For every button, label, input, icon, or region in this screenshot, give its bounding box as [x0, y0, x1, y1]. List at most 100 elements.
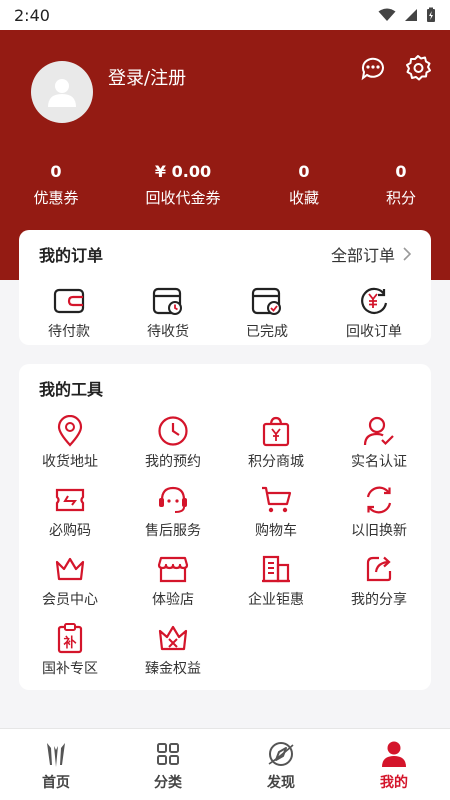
customer-service-icon [159, 486, 187, 513]
login-register-link[interactable]: 登录/注册 [108, 64, 186, 90]
tool-appointments[interactable]: 我的预约 [123, 414, 223, 471]
order-recycle[interactable]: 回收订单 [324, 285, 424, 341]
svg-text:补: 补 [62, 635, 76, 651]
avatar[interactable] [31, 61, 93, 123]
order-pending-payment[interactable]: 待付款 [19, 285, 119, 341]
gold-benefit-icon [158, 625, 188, 651]
tool-label: 国补专区 [42, 661, 98, 677]
tab-label: 分类 [154, 775, 182, 791]
tool-label: 企业钜惠 [248, 592, 304, 608]
bottom-tab-bar: 首页 分类 发现 我的 [0, 728, 450, 800]
tool-label: 臻金权益 [145, 661, 201, 677]
stat-points[interactable]: 0 积分 [386, 160, 416, 212]
status-bar: 2:40 [0, 0, 450, 30]
stats-row: 0 优惠券 ¥ 0.00 回收代金券 0 收藏 0 积分 [0, 160, 450, 220]
order-completed[interactable]: 已完成 [217, 285, 317, 341]
default-avatar-icon [48, 79, 76, 107]
home-logo-icon [47, 743, 65, 767]
verified-user-icon [363, 416, 394, 446]
tool-label: 收货地址 [42, 454, 98, 470]
cart-icon [262, 486, 292, 513]
stat-value: 0 [395, 162, 407, 181]
tool-label: 我的分享 [351, 592, 407, 608]
tool-real-name-verification[interactable]: 实名认证 [329, 414, 429, 471]
tools-card: 我的工具 收货地址 我的预约 积分商城 实名认证 必购码 售后服务 购物车 以旧… [19, 364, 431, 690]
status-icons [378, 7, 436, 23]
chevron-right-icon [403, 247, 411, 261]
stat-label: 收藏 [288, 189, 320, 207]
profile-icon [382, 741, 406, 767]
tool-my-share[interactable]: 我的分享 [329, 552, 429, 609]
subsidy-icon: 补 [57, 623, 83, 654]
crown-icon [55, 557, 85, 581]
all-orders-link[interactable]: 全部订单 [331, 242, 411, 266]
stat-coupons[interactable]: 0 优惠券 [33, 160, 78, 212]
tool-gold-benefits[interactable]: 臻金权益 [123, 621, 223, 678]
tool-label: 积分商城 [248, 454, 304, 470]
stat-label: 优惠券 [33, 189, 79, 207]
discover-compass-icon [268, 742, 294, 766]
tab-discover[interactable]: 发现 [241, 739, 321, 792]
shopping-bag-icon [262, 416, 290, 447]
recycle-order-icon [361, 287, 388, 314]
tool-shipping-address[interactable]: 收货地址 [20, 414, 120, 471]
tool-points-mall[interactable]: 积分商城 [226, 414, 326, 471]
tool-label: 售后服务 [145, 523, 201, 539]
tab-home[interactable]: 首页 [16, 739, 96, 792]
location-icon [57, 415, 83, 447]
stat-value: ¥ 0.00 [154, 162, 212, 181]
tool-national-subsidy[interactable]: 补 国补专区 [20, 621, 120, 678]
tab-label: 我的 [380, 775, 408, 791]
tool-label: 体验店 [152, 592, 194, 608]
tab-mine[interactable]: 我的 [354, 739, 434, 792]
status-time: 2:40 [14, 5, 50, 25]
tool-member-center[interactable]: 会员中心 [20, 552, 120, 609]
tab-category[interactable]: 分类 [128, 739, 208, 792]
tab-label: 发现 [267, 775, 295, 791]
store-icon [157, 556, 189, 583]
tab-label: 首页 [42, 775, 70, 791]
stat-label: 积分 [385, 189, 417, 207]
message-icon [361, 57, 384, 81]
tool-label: 我的预约 [145, 454, 201, 470]
tool-label: 以旧换新 [351, 523, 407, 539]
completed-icon [251, 287, 281, 315]
stat-favorites[interactable]: 0 收藏 [289, 160, 319, 212]
category-grid-icon [157, 743, 179, 765]
order-label: 回收订单 [346, 324, 402, 340]
enterprise-icon [262, 555, 290, 583]
tool-label: 购物车 [255, 523, 297, 539]
tool-enterprise-deals[interactable]: 企业钜惠 [226, 552, 326, 609]
tool-experience-store[interactable]: 体验店 [123, 552, 223, 609]
tools-title: 我的工具 [39, 380, 104, 399]
stat-value: 0 [298, 162, 310, 181]
tool-label: 会员中心 [42, 592, 98, 608]
signal-icon [405, 9, 417, 21]
wallet-icon [53, 288, 85, 314]
battery-icon [427, 7, 435, 22]
order-pending-delivery[interactable]: 待收货 [118, 285, 218, 341]
wifi-icon [378, 8, 396, 21]
orders-card: 我的订单 全部订单 待付款 待收货 已完成 回收订单 [19, 230, 431, 345]
order-label: 已完成 [246, 324, 288, 340]
order-label: 待收货 [147, 324, 189, 340]
trade-in-icon [366, 486, 392, 514]
tool-trade-in[interactable]: 以旧换新 [329, 483, 429, 540]
order-label: 待付款 [48, 324, 90, 340]
tool-after-sales[interactable]: 售后服务 [123, 483, 223, 540]
message-button[interactable] [359, 54, 387, 82]
tool-label: 实名认证 [351, 454, 407, 470]
clock-icon [158, 416, 188, 446]
tool-shopping-cart[interactable]: 购物车 [226, 483, 326, 540]
tool-purchase-code[interactable]: 必购码 [20, 483, 120, 540]
stat-recycle-voucher[interactable]: ¥ 0.00 回收代金券 [145, 160, 220, 212]
orders-title: 我的订单 [39, 246, 104, 265]
code-ticket-icon [55, 488, 85, 512]
stat-label: 回收代金券 [145, 189, 221, 207]
all-orders-label: 全部订单 [330, 246, 395, 265]
pending-delivery-icon [152, 287, 182, 315]
stat-value: 0 [50, 162, 62, 181]
settings-button[interactable] [404, 54, 432, 82]
gear-icon [406, 55, 431, 81]
tool-label: 必购码 [49, 523, 91, 539]
